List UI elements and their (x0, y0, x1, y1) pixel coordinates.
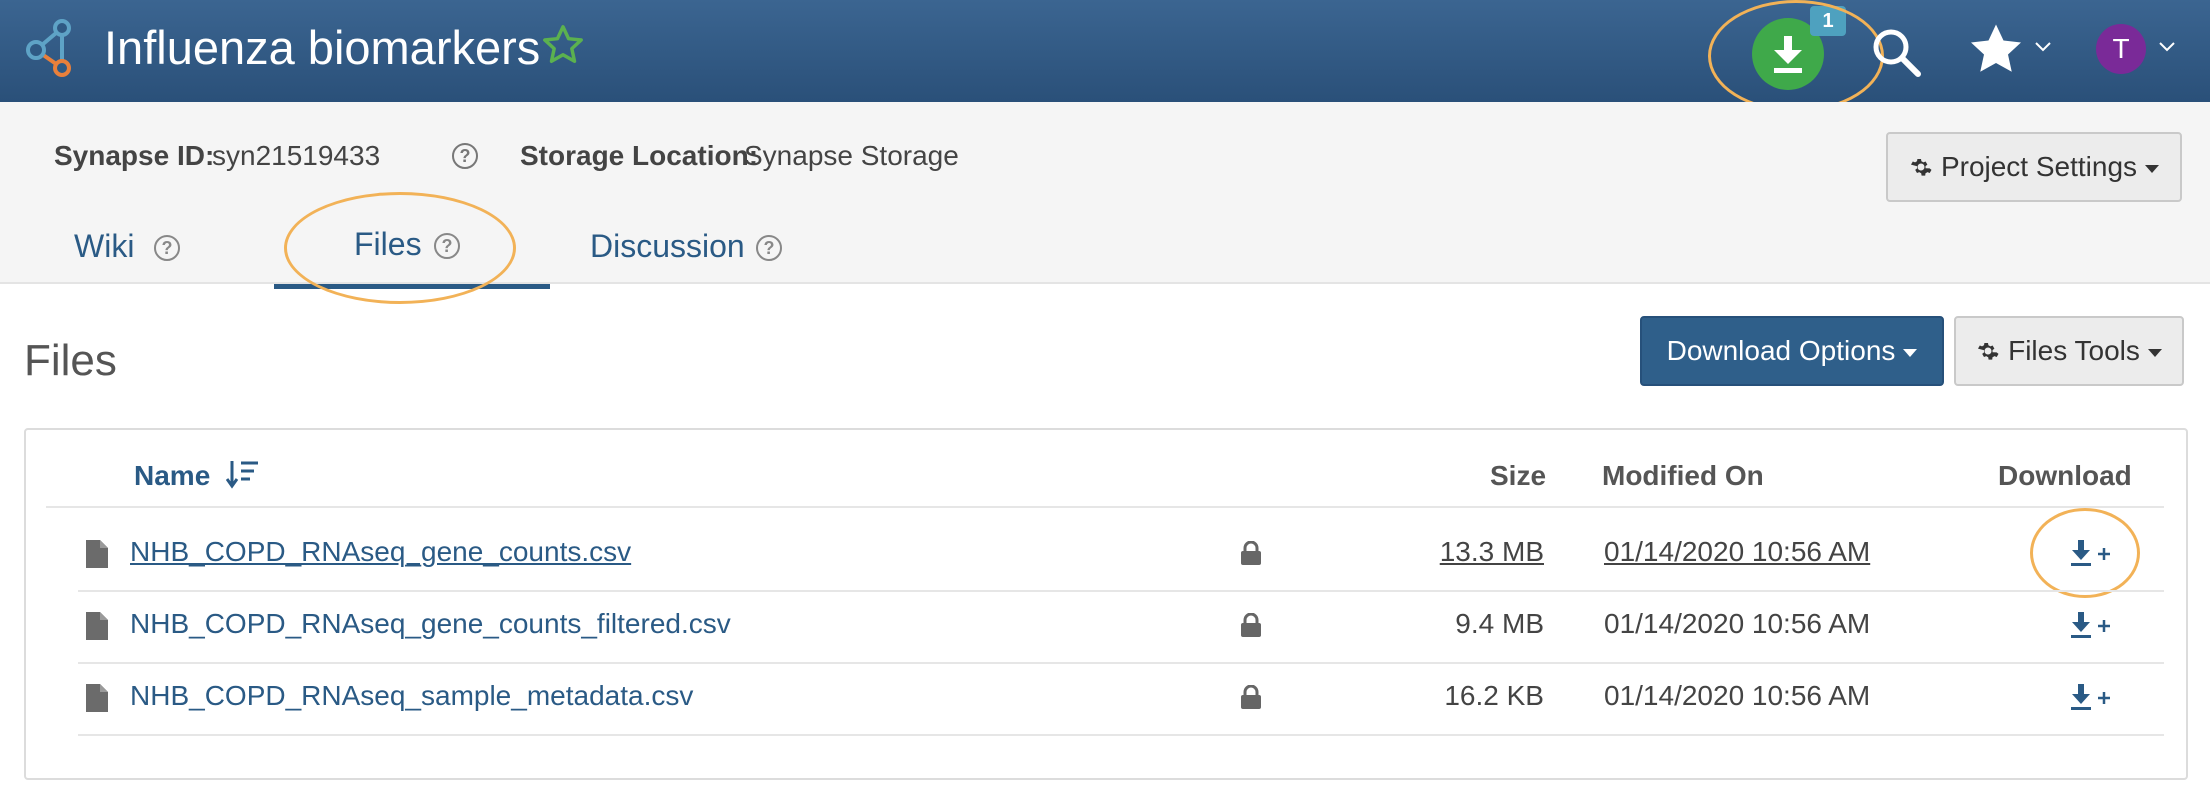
caret-down-icon (2147, 349, 2162, 357)
tab-wiki[interactable]: Wiki (74, 228, 134, 265)
storage-location-value: Synapse Storage (744, 140, 959, 171)
search-icon[interactable] (1870, 26, 1922, 78)
storage-location-label: Storage Location: (520, 140, 759, 171)
help-circle-icon[interactable]: ? (756, 235, 782, 261)
file-size: 16.2 KB (1444, 680, 1544, 711)
file-size: 13.3 MB (1439, 536, 1544, 567)
row-divider (78, 734, 2164, 736)
file-icon (86, 540, 108, 568)
lock-icon (1241, 613, 1261, 637)
synapse-id-label: Synapse ID: (54, 140, 215, 171)
lock-icon (1241, 685, 1261, 709)
chevron-down-icon[interactable] (2158, 40, 2176, 54)
help-circle-icon[interactable]: ? (452, 143, 478, 169)
help-circle-icon[interactable]: ? (154, 235, 180, 261)
download-add-icon[interactable] (2068, 610, 2114, 640)
caret-down-icon (2145, 165, 2160, 173)
column-header-download: Download (1998, 460, 2132, 491)
caret-down-icon (1903, 349, 1918, 357)
files-tools-button[interactable]: Files Tools (1954, 316, 2184, 386)
project-title: Influenza biomarkers (104, 21, 541, 74)
file-modified: 01/14/2020 10:56 AM (1604, 680, 1871, 711)
sort-icon[interactable] (226, 458, 260, 490)
download-add-icon[interactable] (2068, 682, 2114, 712)
row-divider (78, 590, 2164, 592)
files-table-panel (24, 428, 2188, 780)
file-modified: 01/14/2020 10:56 AM (1604, 536, 1871, 567)
download-options-label: Download Options (1666, 335, 1896, 366)
file-name-link[interactable]: NHB_COPD_RNAseq_gene_counts.csv (130, 536, 631, 568)
chevron-down-icon[interactable] (2034, 40, 2052, 54)
highlight-download-list (1708, 0, 1884, 112)
row-divider (78, 662, 2164, 664)
download-options-button[interactable]: Download Options (1640, 316, 1944, 386)
tab-discussion[interactable]: Discussion (590, 228, 745, 265)
user-avatar[interactable]: T (2096, 24, 2146, 74)
favorites-star-icon[interactable] (1966, 20, 2026, 80)
lock-icon (1241, 541, 1261, 565)
project-settings-button[interactable]: Project Settings (1886, 132, 2182, 202)
favorite-star-outline-icon[interactable] (540, 22, 586, 68)
header-divider (46, 506, 2164, 508)
synapse-id-value: syn21519433 (212, 140, 381, 171)
file-name-link[interactable]: NHB_COPD_RNAseq_gene_counts_filtered.csv (130, 608, 731, 640)
synapse-logo-icon[interactable] (22, 16, 84, 78)
file-icon (86, 612, 108, 640)
file-name-link[interactable]: NHB_COPD_RNAseq_sample_metadata.csv (130, 680, 693, 712)
files-tools-label: Files Tools (2008, 335, 2140, 366)
highlight-files-tab (284, 192, 516, 304)
gear-icon (1978, 343, 1999, 360)
file-icon (86, 684, 108, 712)
highlight-add-download (2030, 508, 2140, 598)
column-header-modified: Modified On (1602, 460, 1764, 491)
column-header-size: Size (1490, 460, 1547, 491)
file-modified: 01/14/2020 10:56 AM (1604, 608, 1871, 639)
file-size: 9.4 MB (1455, 608, 1544, 639)
project-settings-label: Project Settings (1940, 151, 2138, 182)
files-section-title: Files (24, 336, 117, 385)
column-header-name[interactable]: Name (134, 460, 210, 492)
gear-icon (1910, 159, 1932, 176)
